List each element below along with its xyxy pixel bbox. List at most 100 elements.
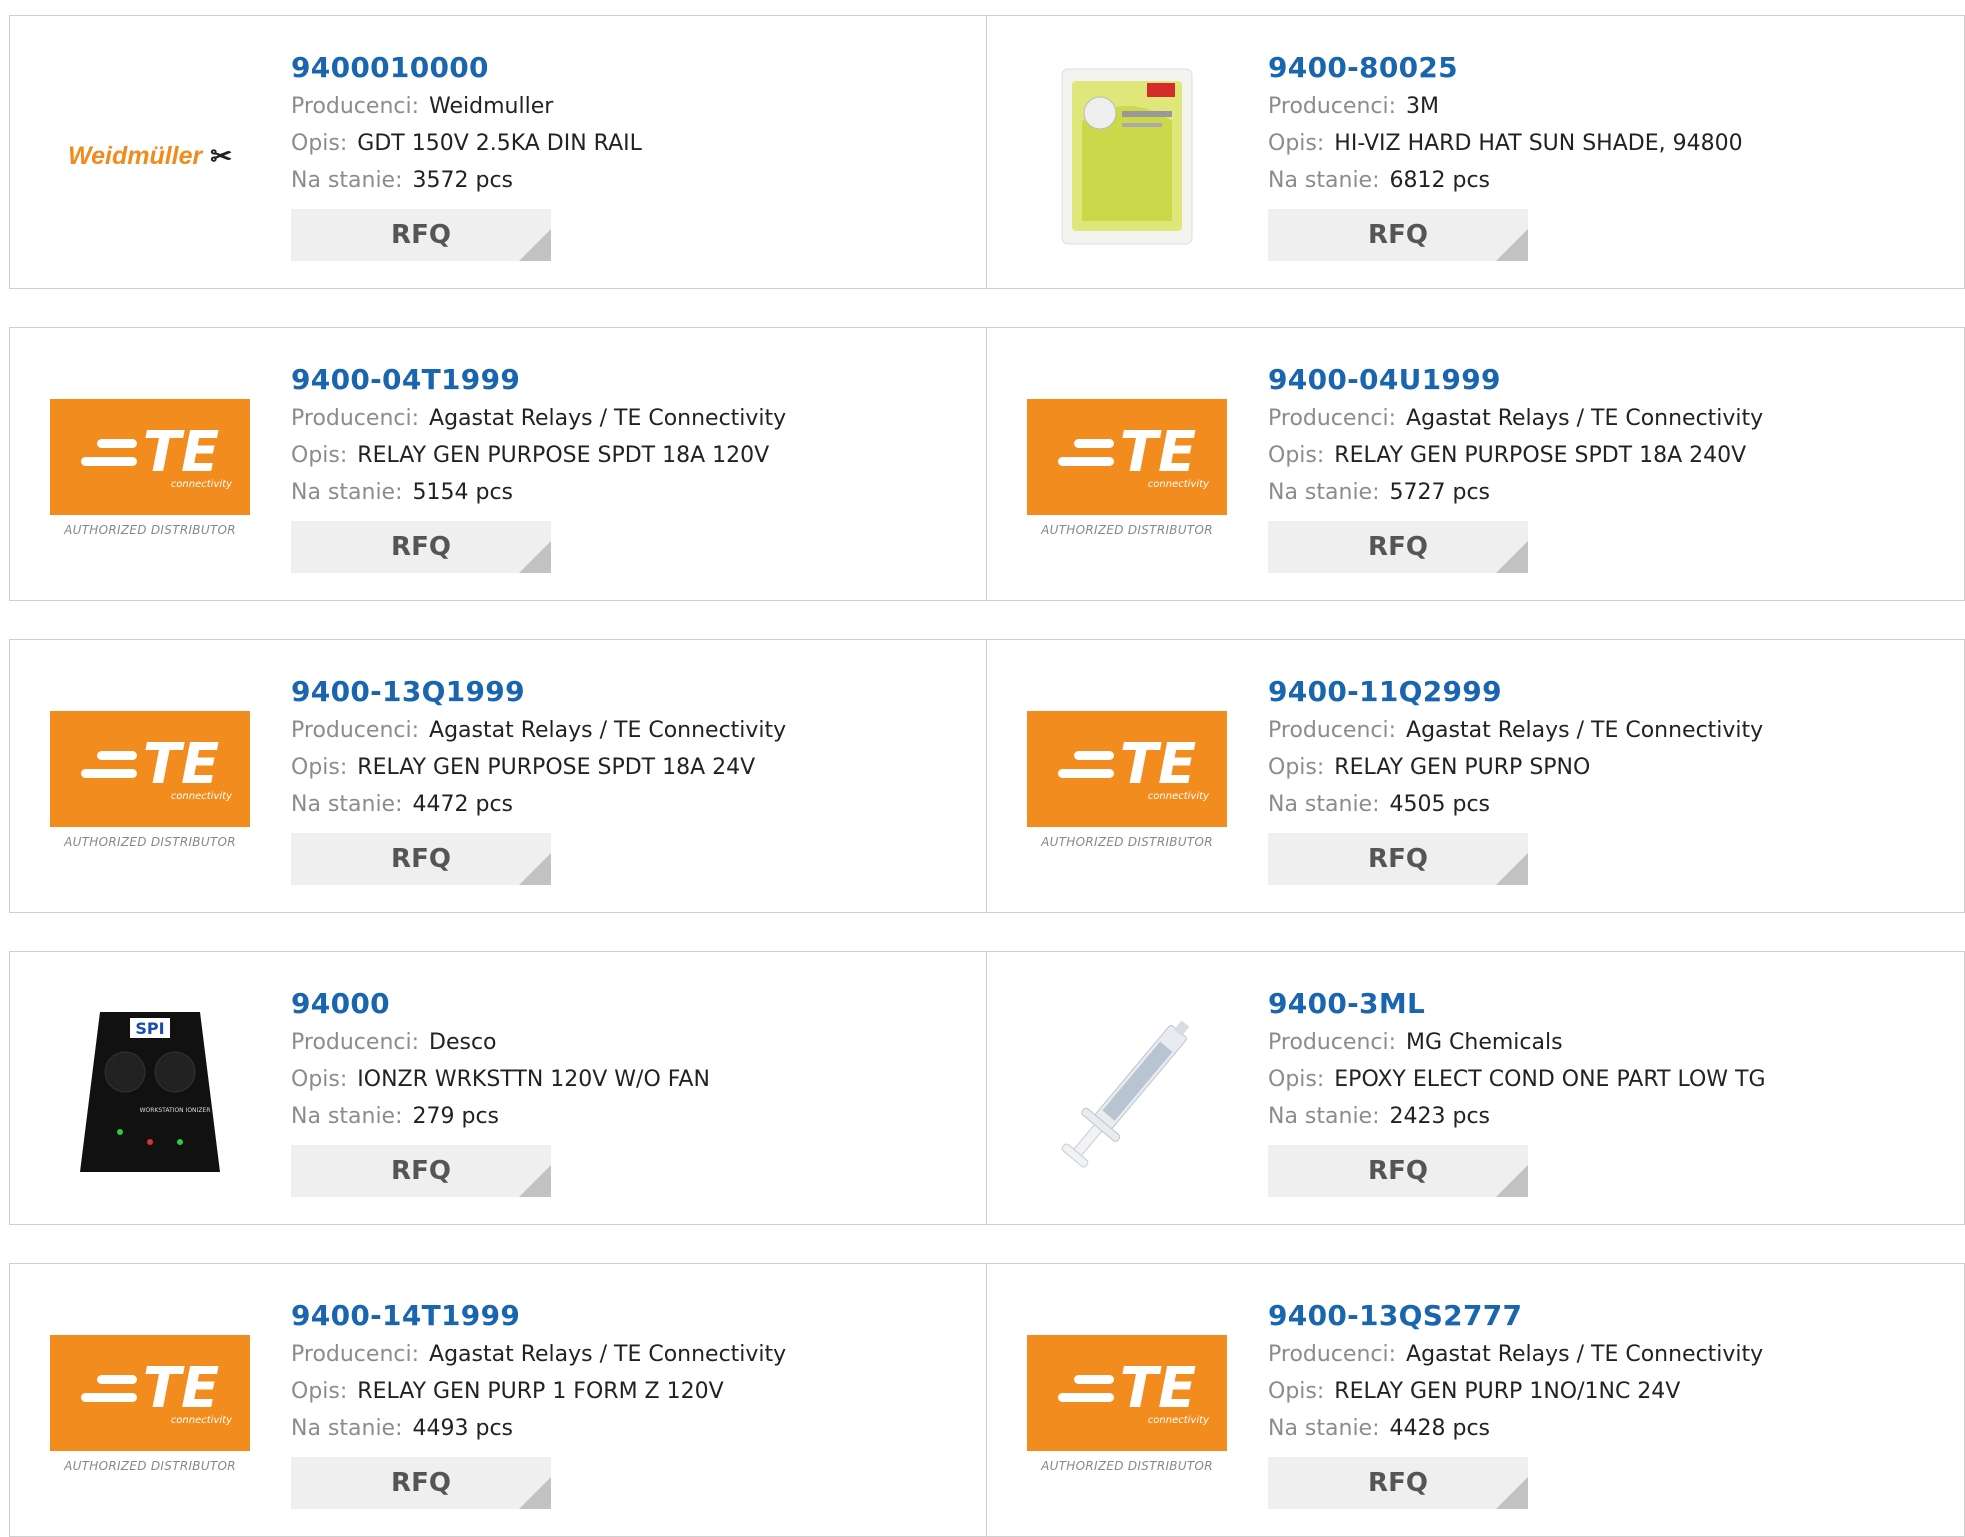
part-number-link[interactable]: 9400-3ML — [1268, 984, 1766, 1024]
manufacturer-label: Producenci: — [1268, 406, 1397, 431]
description-row: Opis: RELAY GEN PURP 1NO/1NC 24V — [1268, 1373, 1763, 1410]
rfq-label: RFQ — [1368, 220, 1428, 250]
corner-triangle-icon — [519, 541, 551, 573]
stock-value: 279 pcs — [412, 1104, 500, 1129]
product-image[interactable]: TE connectivity AUTHORIZED DISTRIBUTOR — [1017, 695, 1237, 865]
stock-label: Na stanie: — [1268, 792, 1380, 817]
product-image[interactable]: TE connectivity AUTHORIZED DISTRIBUTOR — [40, 383, 260, 553]
manufacturer-label: Producenci: — [291, 406, 420, 431]
stock-value: 4493 pcs — [412, 1416, 514, 1441]
part-number-link[interactable]: 9400-11Q2999 — [1268, 672, 1763, 712]
manufacturer-row: Producenci: Agastat Relays / TE Connectiv… — [1268, 1336, 1763, 1373]
product-grid: Weidmüller ✂ 9400010000 Producenci: Weidmu… — [9, 15, 1965, 1537]
product-image[interactable]: TE connectivity AUTHORIZED DISTRIBUTOR — [1017, 1319, 1237, 1489]
description-value: IONZR WRKSTTN 120V W/O FAN — [357, 1067, 710, 1092]
rfq-button[interactable]: RFQ — [291, 521, 551, 573]
stock-row: Na stanie: 3572 pcs — [291, 162, 642, 199]
description-row: Opis: HI-VIZ HARD HAT SUN SHADE, 94800 — [1268, 125, 1743, 162]
description-label: Opis: — [291, 131, 348, 156]
manufacturer-row: Producenci: Agastat Relays / TE Connectiv… — [291, 400, 786, 437]
stock-row: Na stanie: 2423 pcs — [1268, 1098, 1766, 1135]
rfq-label: RFQ — [1368, 532, 1428, 562]
rfq-button[interactable]: RFQ — [291, 209, 551, 261]
rfq-button[interactable]: RFQ — [1268, 1457, 1528, 1509]
manufacturer-label: Producenci: — [1268, 1030, 1397, 1055]
product-info: 9400010000 Producenci: Weidmuller Opis: GD… — [291, 48, 642, 261]
rfq-button[interactable]: RFQ — [291, 1457, 551, 1509]
manufacturer-value: Agastat Relays / TE Connectivity — [1406, 718, 1764, 743]
rfq-button[interactable]: RFQ — [291, 833, 551, 885]
product-image[interactable]: TE connectivity AUTHORIZED DISTRIBUTOR — [40, 695, 260, 865]
product-info: 9400-14T1999 Producenci: Agastat Relays /… — [291, 1296, 786, 1509]
product-card: TE connectivity AUTHORIZED DISTRIBUTOR 9… — [9, 327, 987, 601]
product-card: TE connectivity AUTHORIZED DISTRIBUTOR 9… — [987, 327, 1965, 601]
part-number-link[interactable]: 9400-13QS2777 — [1268, 1296, 1763, 1336]
description-row: Opis: EPOXY ELECT COND ONE PART LOW TG — [1268, 1061, 1766, 1098]
product-image[interactable]: TE connectivity AUTHORIZED DISTRIBUTOR — [1017, 383, 1237, 553]
te-connectivity-logo: TE connectivity AUTHORIZED DISTRIBUTOR — [1027, 711, 1227, 849]
stock-label: Na stanie: — [291, 1104, 403, 1129]
te-connectivity-logo: TE connectivity AUTHORIZED DISTRIBUTOR — [50, 1335, 250, 1473]
product-image[interactable] — [1017, 68, 1237, 245]
product-image[interactable]: Weidmüller ✂ — [40, 71, 260, 241]
description-row: Opis: GDT 150V 2.5KA DIN RAIL — [291, 125, 642, 162]
svg-text:WORKSTATION IONIZER: WORKSTATION IONIZER — [140, 1107, 211, 1114]
description-label: Opis: — [1268, 131, 1325, 156]
manufacturer-row: Producenci: 3M — [1268, 88, 1743, 125]
weidmuller-logo: Weidmüller ✂ — [67, 140, 233, 171]
part-number-link[interactable]: 9400-14T1999 — [291, 1296, 786, 1336]
product-card: 9400-80025 Producenci: 3M Opis: HI-VIZ HAR… — [987, 15, 1965, 289]
product-info: 9400-13Q1999 Producenci: Agastat Relays /… — [291, 672, 786, 885]
stock-row: Na stanie: 5727 pcs — [1268, 474, 1763, 511]
description-label: Opis: — [1268, 1067, 1325, 1092]
rfq-button[interactable]: RFQ — [1268, 209, 1528, 261]
product-info: 94000 Producenci: Desco Opis: IONZR WRKSTT… — [291, 984, 710, 1197]
product-image[interactable]: TE connectivity AUTHORIZED DISTRIBUTOR — [40, 1319, 260, 1489]
te-connectivity-logo: TE connectivity AUTHORIZED DISTRIBUTOR — [1027, 399, 1227, 537]
product-image[interactable] — [1017, 1007, 1237, 1177]
stock-row: Na stanie: 4493 pcs — [291, 1410, 786, 1447]
rfq-button[interactable]: RFQ — [1268, 1145, 1528, 1197]
manufacturer-row: Producenci: Weidmuller — [291, 88, 642, 125]
description-row: Opis: RELAY GEN PURPOSE SPDT 18A 120V — [291, 437, 786, 474]
rfq-button[interactable]: RFQ — [291, 1145, 551, 1197]
product-card: TE connectivity AUTHORIZED DISTRIBUTOR 9… — [9, 639, 987, 913]
product-info: 9400-04T1999 Producenci: Agastat Relays /… — [291, 360, 786, 573]
ionizer-product-image: SPI WORKSTATION IONIZER — [80, 1012, 220, 1172]
te-connectivity-logo: TE connectivity AUTHORIZED DISTRIBUTOR — [1027, 1335, 1227, 1473]
description-label: Opis: — [291, 443, 348, 468]
part-number-link[interactable]: 9400-04T1999 — [291, 360, 786, 400]
rfq-button[interactable]: RFQ — [1268, 833, 1528, 885]
stock-label: Na stanie: — [1268, 1416, 1380, 1441]
description-value: RELAY GEN PURPOSE SPDT 18A 120V — [357, 443, 770, 468]
part-number-link[interactable]: 9400-04U1999 — [1268, 360, 1763, 400]
stock-label: Na stanie: — [291, 480, 403, 505]
product-card: Weidmüller ✂ 9400010000 Producenci: Weidmu… — [9, 15, 987, 289]
part-number-link[interactable]: 9400010000 — [291, 48, 642, 88]
manufacturer-row: Producenci: Agastat Relays / TE Connectiv… — [1268, 712, 1763, 749]
product-info: 9400-13QS2777 Producenci: Agastat Relays … — [1268, 1296, 1763, 1509]
stock-label: Na stanie: — [1268, 480, 1380, 505]
stock-row: Na stanie: 4428 pcs — [1268, 1410, 1763, 1447]
description-value: RELAY GEN PURP SPNO — [1334, 755, 1591, 780]
part-number-link[interactable]: 94000 — [291, 984, 710, 1024]
manufacturer-row: Producenci: MG Chemicals — [1268, 1024, 1766, 1061]
product-image[interactable]: SPI WORKSTATION IONIZER — [40, 1007, 260, 1177]
description-label: Opis: — [291, 755, 348, 780]
description-label: Opis: — [1268, 755, 1325, 780]
stock-value: 3572 pcs — [412, 168, 514, 193]
stock-value: 4505 pcs — [1389, 792, 1491, 817]
stock-label: Na stanie: — [291, 792, 403, 817]
corner-triangle-icon — [1496, 853, 1528, 885]
manufacturer-label: Producenci: — [1268, 94, 1397, 119]
stock-value: 5727 pcs — [1389, 480, 1491, 505]
description-row: Opis: RELAY GEN PURP SPNO — [1268, 749, 1763, 786]
description-value: RELAY GEN PURPOSE SPDT 18A 240V — [1334, 443, 1747, 468]
rfq-label: RFQ — [391, 1468, 451, 1498]
rfq-button[interactable]: RFQ — [1268, 521, 1528, 573]
rfq-label: RFQ — [1368, 844, 1428, 874]
part-number-link[interactable]: 9400-13Q1999 — [291, 672, 786, 712]
part-number-link[interactable]: 9400-80025 — [1268, 48, 1743, 88]
stock-label: Na stanie: — [291, 168, 403, 193]
manufacturer-value: Agastat Relays / TE Connectivity — [429, 406, 787, 431]
